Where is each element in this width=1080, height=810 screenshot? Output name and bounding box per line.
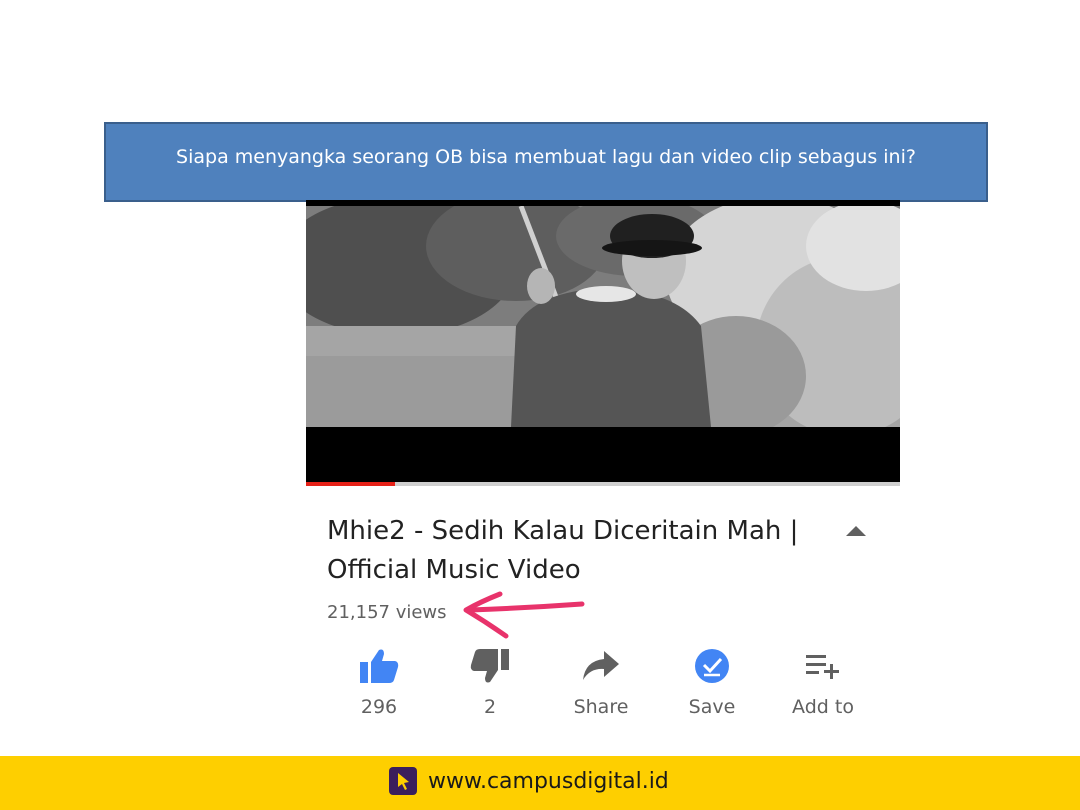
video-frame-image xyxy=(306,206,900,427)
share-button[interactable]: Share xyxy=(546,644,656,722)
like-button[interactable]: 296 xyxy=(324,644,434,722)
dislike-button[interactable]: 2 xyxy=(435,644,545,722)
thumbs-up-icon xyxy=(357,644,401,688)
video-title: Mhie2 - Sedih Kalau Diceritain Mah | Off… xyxy=(327,516,799,585)
like-count: 296 xyxy=(360,696,398,718)
cursor-logo-icon xyxy=(389,767,417,795)
add-to-button[interactable]: Add to xyxy=(768,644,878,722)
add-to-label: Add to xyxy=(792,696,854,718)
banner-text: Siapa menyangka seorang OB bisa membuat … xyxy=(176,146,916,168)
chevron-up-icon[interactable] xyxy=(844,524,868,538)
annotation-arrow xyxy=(456,590,590,644)
action-bar: 296 2 Share Save Add to xyxy=(324,644,884,724)
share-label: Share xyxy=(573,696,629,718)
share-icon xyxy=(579,644,623,688)
slide-footer: www.campusdigital.id xyxy=(0,756,1080,810)
thumbs-down-icon xyxy=(468,644,512,688)
save-check-icon xyxy=(690,644,734,688)
video-player[interactable] xyxy=(306,200,900,484)
view-count: 21,157 views xyxy=(327,602,447,623)
slide-banner: Siapa menyangka seorang OB bisa membuat … xyxy=(104,122,988,202)
video-info-panel: Mhie2 - Sedih Kalau Diceritain Mah | Off… xyxy=(306,486,900,726)
dislike-count: 2 xyxy=(483,696,497,718)
save-button[interactable]: Save xyxy=(657,644,767,722)
playlist-add-icon xyxy=(801,644,845,688)
save-label: Save xyxy=(688,696,736,718)
footer-url: www.campusdigital.id xyxy=(428,769,669,794)
